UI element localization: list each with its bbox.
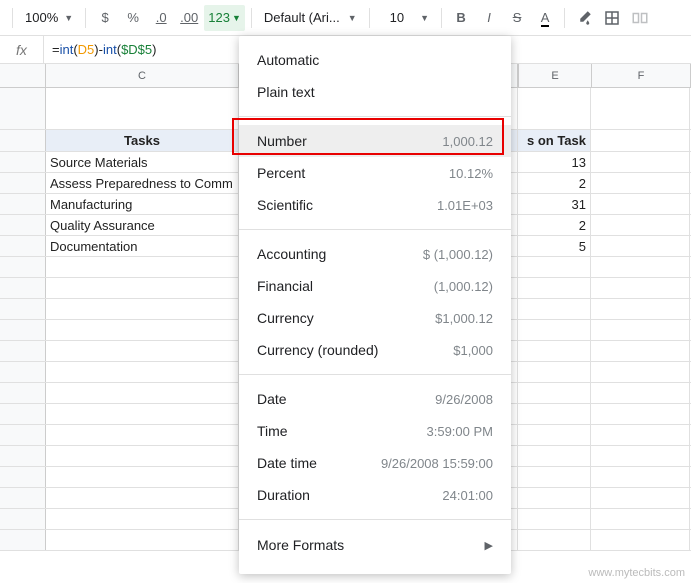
- menu-date[interactable]: Date9/26/2008: [239, 383, 511, 415]
- font-size-select[interactable]: 10▼: [376, 10, 435, 25]
- menu-currency-rounded[interactable]: Currency (rounded)$1,000: [239, 334, 511, 366]
- menu-scientific[interactable]: Scientific1.01E+03: [239, 189, 511, 221]
- increase-decimal-button[interactable]: .00: [176, 5, 202, 31]
- number-format-button[interactable]: 123▼: [204, 5, 245, 31]
- menu-percent[interactable]: Percent10.12%: [239, 157, 511, 189]
- merge-cells-button[interactable]: [627, 5, 653, 31]
- menu-duration[interactable]: Duration24:01:00: [239, 479, 511, 511]
- col-header-c[interactable]: C: [46, 64, 239, 87]
- italic-button[interactable]: I: [476, 5, 502, 31]
- percent-button[interactable]: %: [120, 5, 146, 31]
- text-color-button[interactable]: A: [532, 5, 558, 31]
- col-header-e[interactable]: E: [519, 64, 592, 87]
- menu-automatic[interactable]: Automatic: [239, 44, 511, 76]
- strikethrough-button[interactable]: S: [504, 5, 530, 31]
- decrease-decimal-button[interactable]: .0: [148, 5, 174, 31]
- menu-date-time[interactable]: Date time9/26/2008 15:59:00: [239, 447, 511, 479]
- number-format-menu: Automatic Plain text Number1,000.12 Perc…: [239, 36, 511, 574]
- header-days: s on Task: [518, 130, 591, 151]
- toolbar: 100%▼ $ % .0 .00 123▼ Default (Ari...▼ 1…: [0, 0, 691, 36]
- borders-button[interactable]: [599, 5, 625, 31]
- menu-more-formats[interactable]: More Formats▶: [239, 528, 511, 562]
- menu-time[interactable]: Time3:59:00 PM: [239, 415, 511, 447]
- menu-accounting[interactable]: Accounting$ (1,000.12): [239, 238, 511, 270]
- fx-label: fx: [0, 36, 44, 63]
- fill-color-button[interactable]: [571, 5, 597, 31]
- col-header-f[interactable]: F: [592, 64, 691, 87]
- zoom-select[interactable]: 100%▼: [19, 10, 79, 25]
- menu-financial[interactable]: Financial(1,000.12): [239, 270, 511, 302]
- currency-button[interactable]: $: [92, 5, 118, 31]
- menu-currency[interactable]: Currency$1,000.12: [239, 302, 511, 334]
- header-tasks: Tasks: [46, 130, 239, 151]
- font-family-select[interactable]: Default (Ari...▼: [258, 10, 363, 25]
- menu-number[interactable]: Number1,000.12: [239, 125, 511, 157]
- watermark: www.mytecbits.com: [588, 567, 685, 579]
- menu-plain-text[interactable]: Plain text: [239, 76, 511, 108]
- bold-button[interactable]: B: [448, 5, 474, 31]
- chevron-right-icon: ▶: [485, 539, 493, 552]
